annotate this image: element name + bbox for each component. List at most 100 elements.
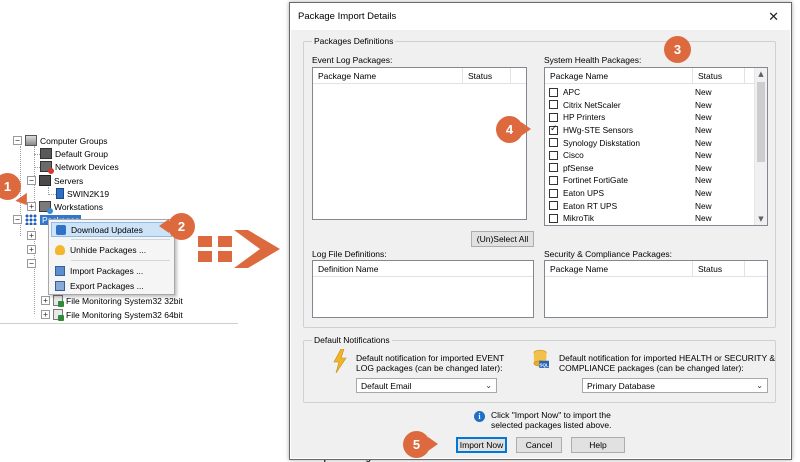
- package-status: New: [695, 99, 712, 110]
- column-header-package-name[interactable]: Package Name: [313, 68, 463, 84]
- tree-node-computer-groups[interactable]: − Computer Groups: [13, 134, 108, 147]
- collapse-icon[interactable]: −: [13, 215, 22, 224]
- tree-node-swin2k19[interactable]: SWIN2K19: [56, 187, 109, 200]
- lightning-icon: [333, 349, 347, 373]
- expand-icon[interactable]: +: [27, 245, 36, 254]
- help-button[interactable]: Help: [571, 437, 625, 453]
- right-notification-text: COMPLIANCE packages (can be changed late…: [559, 363, 744, 373]
- column-header-status[interactable]: Status: [693, 68, 745, 84]
- expand-icon[interactable]: +: [41, 296, 50, 305]
- list-item[interactable]: MikroTik New: [545, 212, 755, 225]
- right-notification-text: Default notification for imported HEALTH…: [559, 353, 776, 363]
- scrollbar-thumb[interactable]: [757, 82, 765, 162]
- callout-number: 2: [177, 219, 186, 234]
- left-notification-text: LOG packages (can be changed later):: [356, 363, 503, 373]
- log-file-label: Log File Definitions:: [312, 249, 387, 259]
- tree-node-hidden-2[interactable]: +: [27, 243, 39, 256]
- chevron-down-icon: ⌄: [485, 381, 492, 390]
- package-status: New: [695, 162, 712, 173]
- tree-node-label: SWIN2K19: [67, 188, 110, 199]
- expand-icon[interactable]: +: [41, 310, 50, 319]
- package-checkbox[interactable]: [549, 124, 558, 135]
- tree-node-hidden-1[interactable]: +: [27, 229, 39, 242]
- vertical-scrollbar[interactable]: ▲ ▼: [754, 68, 767, 225]
- package-checkbox[interactable]: [549, 213, 558, 223]
- import-now-button[interactable]: Import Now: [456, 437, 507, 453]
- tree-node-servers[interactable]: − Servers: [27, 174, 83, 187]
- download-icon: [56, 224, 66, 235]
- callout-badge-3: 3: [664, 36, 691, 63]
- list-item[interactable]: APC New: [545, 86, 755, 99]
- package-checkbox[interactable]: [549, 138, 558, 148]
- list-item[interactable]: Cisco New: [545, 149, 755, 162]
- health-notification-select[interactable]: Primary Database ⌄: [582, 378, 768, 393]
- tree-node-default-group[interactable]: Default Group: [40, 147, 108, 160]
- package-name: Citrix NetScaler: [563, 99, 621, 110]
- list-item[interactable]: HWg-STE Sensors New: [545, 124, 755, 137]
- list-item[interactable]: Eaton RT UPS New: [545, 199, 755, 212]
- scroll-down-icon[interactable]: ▼: [755, 213, 767, 225]
- package-checkbox[interactable]: [549, 201, 558, 211]
- callout-badge-5: 5: [403, 431, 430, 458]
- divider: [0, 323, 238, 324]
- column-header-package-name[interactable]: Package Name: [545, 68, 693, 84]
- network-device-icon: [40, 161, 54, 174]
- list-item[interactable]: Citrix NetScaler New: [545, 99, 755, 112]
- list-item[interactable]: Synology Diskstation New: [545, 136, 755, 149]
- menu-item-unhide-packages[interactable]: Unhide Packages ...: [51, 242, 172, 257]
- column-header-package-name[interactable]: Package Name: [545, 261, 693, 277]
- package-checkbox[interactable]: [549, 112, 558, 122]
- event-notification-select[interactable]: Default Email ⌄: [356, 378, 497, 393]
- list-item[interactable]: HP Printers New: [545, 111, 755, 124]
- menu-item-label: Download Updates: [71, 224, 143, 235]
- callout-number: 4: [505, 122, 514, 137]
- close-icon[interactable]: ✕: [768, 9, 779, 25]
- tree-node-file-monitoring-64[interactable]: + File Monitoring System32 64bit: [41, 308, 183, 321]
- collapse-icon[interactable]: −: [27, 259, 36, 268]
- group-label: Default Notifications: [312, 335, 392, 345]
- menu-item-export-packages[interactable]: Export Packages ...: [51, 278, 172, 293]
- package-name: MikroTik: [563, 213, 595, 224]
- tree-node-label: Computer Groups: [40, 135, 108, 146]
- column-header-status[interactable]: Status: [463, 68, 511, 84]
- collapse-icon[interactable]: −: [27, 176, 36, 185]
- package-checkbox[interactable]: [549, 188, 558, 198]
- package-checkbox[interactable]: [549, 163, 558, 173]
- log-file-list[interactable]: Definition Name: [312, 260, 534, 318]
- tree-node-label: File Monitoring System32 32bit: [66, 295, 183, 306]
- unselect-all-button[interactable]: (Un)Select All: [471, 231, 534, 247]
- list-item[interactable]: Eaton UPS New: [545, 187, 755, 200]
- column-header-status[interactable]: Status: [693, 261, 745, 277]
- collapse-icon[interactable]: −: [13, 136, 22, 145]
- package-status: New: [695, 112, 712, 123]
- tree-node-workstations[interactable]: + Workstations: [27, 200, 103, 214]
- list-item[interactable]: pfSense New: [545, 162, 755, 175]
- menu-item-import-packages[interactable]: Import Packages ...: [51, 263, 172, 278]
- scroll-up-icon[interactable]: ▲: [755, 68, 767, 80]
- package-checkbox[interactable]: [549, 150, 558, 160]
- package-checkbox[interactable]: [549, 100, 558, 110]
- column-header-definition-name[interactable]: Definition Name: [313, 261, 523, 277]
- cancel-button[interactable]: Cancel: [516, 437, 562, 453]
- callout-number: 3: [673, 42, 682, 57]
- security-list[interactable]: Package Name Status: [544, 260, 768, 318]
- package-status: New: [695, 87, 712, 98]
- tree-node-network-devices[interactable]: Network Devices: [40, 160, 119, 174]
- package-name: HWg-STE Sensors: [563, 125, 634, 136]
- system-health-list[interactable]: Package Name Status APC New Citrix NetScal…: [544, 67, 768, 226]
- expand-icon[interactable]: +: [27, 231, 36, 240]
- package-checkbox[interactable]: [549, 87, 558, 97]
- callout-badge-4: 4: [496, 116, 523, 143]
- packages-definitions-group: Packages Definitions Event Log Packages:…: [303, 36, 776, 328]
- event-log-list[interactable]: Package Name Status: [312, 67, 527, 220]
- big-right-arrow-icon: [198, 230, 280, 268]
- tree-node-file-monitoring-32[interactable]: + File Monitoring System32 32bit: [41, 294, 183, 307]
- package-checkbox[interactable]: [549, 175, 558, 185]
- list-item[interactable]: Fortinet FortiGate New: [545, 174, 755, 187]
- tree-node-label: Servers: [54, 175, 84, 186]
- tree-node-hidden-3[interactable]: −: [27, 257, 39, 270]
- menu-item-download-updates[interactable]: Download Updates: [51, 222, 172, 237]
- package-status: New: [695, 125, 712, 136]
- left-notification-text: Default notification for imported EVENT: [356, 353, 505, 363]
- package-status: New: [695, 200, 712, 211]
